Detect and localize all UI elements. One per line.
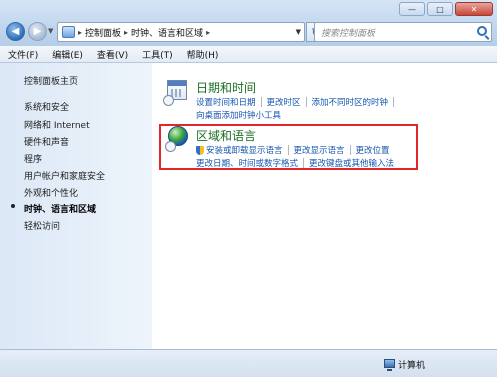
- address-bar[interactable]: ▸ 控制面板 ▸ 时钟、语言和区域 ▸ ▼: [57, 22, 305, 42]
- sidebar-item-ease-of-access[interactable]: 轻松访问: [24, 219, 60, 232]
- search-input[interactable]: 搜索控制面板: [314, 22, 492, 42]
- date-time-tasks-row2: 向桌面添加时钟小工具: [196, 109, 281, 121]
- menu-help[interactable]: 帮助(H): [187, 48, 219, 61]
- breadcrumb-clock-language-region[interactable]: 时钟、语言和区域: [131, 26, 203, 39]
- task-divider: [260, 97, 262, 107]
- address-dropdown-icon[interactable]: ▼: [296, 28, 301, 36]
- content-pane: 日期和时间 设置时间和日期 更改时区 添加不同时区的时钟 向桌面添加时钟小工具 …: [152, 63, 497, 349]
- control-panel-window: — □ ✕ ◀ ▶ ▼ ▸ 控制面板 ▸ 时钟、语言和区域 ▸ ▼ ↻ 搜索控制…: [0, 0, 497, 377]
- clock-icon: [165, 141, 176, 152]
- sidebar-item-network-internet[interactable]: 网络和 Internet: [24, 118, 90, 131]
- task-add-clock-gadget[interactable]: 向桌面添加时钟小工具: [196, 109, 281, 121]
- back-button[interactable]: ◀: [6, 22, 25, 41]
- chevron-right-icon: ▸: [206, 27, 211, 37]
- sidebar-item-appearance[interactable]: 外观和个性化: [24, 186, 78, 199]
- menu-file[interactable]: 文件(F): [8, 48, 38, 61]
- task-add-clocks-time-zones[interactable]: 添加不同时区的时钟: [312, 96, 389, 108]
- search-icon[interactable]: [477, 26, 487, 36]
- task-change-date-time-number-format[interactable]: 更改日期、时间或数字格式: [196, 157, 298, 169]
- arrow-right-icon: ▶: [33, 26, 42, 37]
- uac-shield-icon: [196, 145, 204, 155]
- task-divider: [393, 97, 395, 107]
- category-title-date-time[interactable]: 日期和时间: [196, 79, 256, 96]
- menu-view[interactable]: 查看(V): [97, 48, 128, 61]
- arrow-left-icon: ◀: [11, 26, 20, 37]
- sidebar-item-system-security[interactable]: 系统和安全: [24, 100, 69, 113]
- sidebar-item-hardware-sound[interactable]: 硬件和声音: [24, 135, 69, 148]
- chevron-right-icon: ▸: [124, 27, 129, 37]
- task-change-location[interactable]: 更改位置: [356, 144, 390, 156]
- active-bullet-icon: [11, 204, 15, 208]
- navigation-pane: 控制面板主页 系统和安全 网络和 Internet 硬件和声音 程序 用户帐户和…: [0, 63, 152, 349]
- status-bar: 计算机: [0, 349, 497, 377]
- task-change-keyboards-input-methods[interactable]: 更改键盘或其他输入法: [309, 157, 394, 169]
- sidebar-item-programs[interactable]: 程序: [24, 152, 42, 165]
- task-install-display-language[interactable]: 安装或卸载显示语言: [206, 144, 283, 156]
- title-bar: — □ ✕ ◀ ▶ ▼ ▸ 控制面板 ▸ 时钟、语言和区域 ▸ ▼ ↻ 搜索控制…: [0, 0, 497, 46]
- task-divider: [287, 145, 289, 155]
- task-divider: [305, 97, 307, 107]
- task-divider: [303, 158, 305, 168]
- menu-bar: 文件(F) 编辑(E) 查看(V) 工具(T) 帮助(H): [0, 46, 497, 63]
- breadcrumb-control-panel[interactable]: 控制面板: [85, 26, 121, 39]
- date-time-tasks-row1: 设置时间和日期 更改时区 添加不同时区的时钟: [196, 96, 399, 108]
- status-location-text: 计算机: [398, 361, 426, 371]
- close-button[interactable]: ✕: [455, 2, 493, 16]
- minimize-button[interactable]: —: [399, 2, 425, 16]
- recent-pages-dropdown[interactable]: ▼: [48, 27, 53, 35]
- sidebar-item-clock-language-region[interactable]: 时钟、语言和区域: [24, 202, 96, 215]
- forward-button[interactable]: ▶: [28, 22, 47, 41]
- category-title-region-language[interactable]: 区域和语言: [196, 127, 256, 144]
- maximize-button[interactable]: □: [427, 2, 453, 16]
- task-change-display-language[interactable]: 更改显示语言: [294, 144, 345, 156]
- task-set-time-date[interactable]: 设置时间和日期: [196, 96, 256, 108]
- menu-edit[interactable]: 编辑(E): [52, 48, 83, 61]
- region-language-tasks-row1: 安装或卸载显示语言 更改显示语言 更改位置: [196, 144, 390, 156]
- clock-icon: [163, 95, 174, 106]
- region-language-tasks-row2: 更改日期、时间或数字格式 更改键盘或其他输入法: [196, 157, 394, 169]
- computer-icon: [384, 359, 395, 371]
- sidebar-item-user-accounts[interactable]: 用户帐户和家庭安全: [24, 169, 105, 182]
- sidebar-item-control-panel-home[interactable]: 控制面板主页: [24, 74, 78, 87]
- window-controls: — □ ✕: [399, 2, 493, 16]
- task-change-time-zone[interactable]: 更改时区: [267, 96, 301, 108]
- menu-tools[interactable]: 工具(T): [142, 48, 173, 61]
- chevron-right-icon: ▸: [78, 27, 83, 37]
- control-panel-icon: [62, 26, 75, 38]
- task-divider: [349, 145, 351, 155]
- search-placeholder: 搜索控制面板: [321, 28, 376, 39]
